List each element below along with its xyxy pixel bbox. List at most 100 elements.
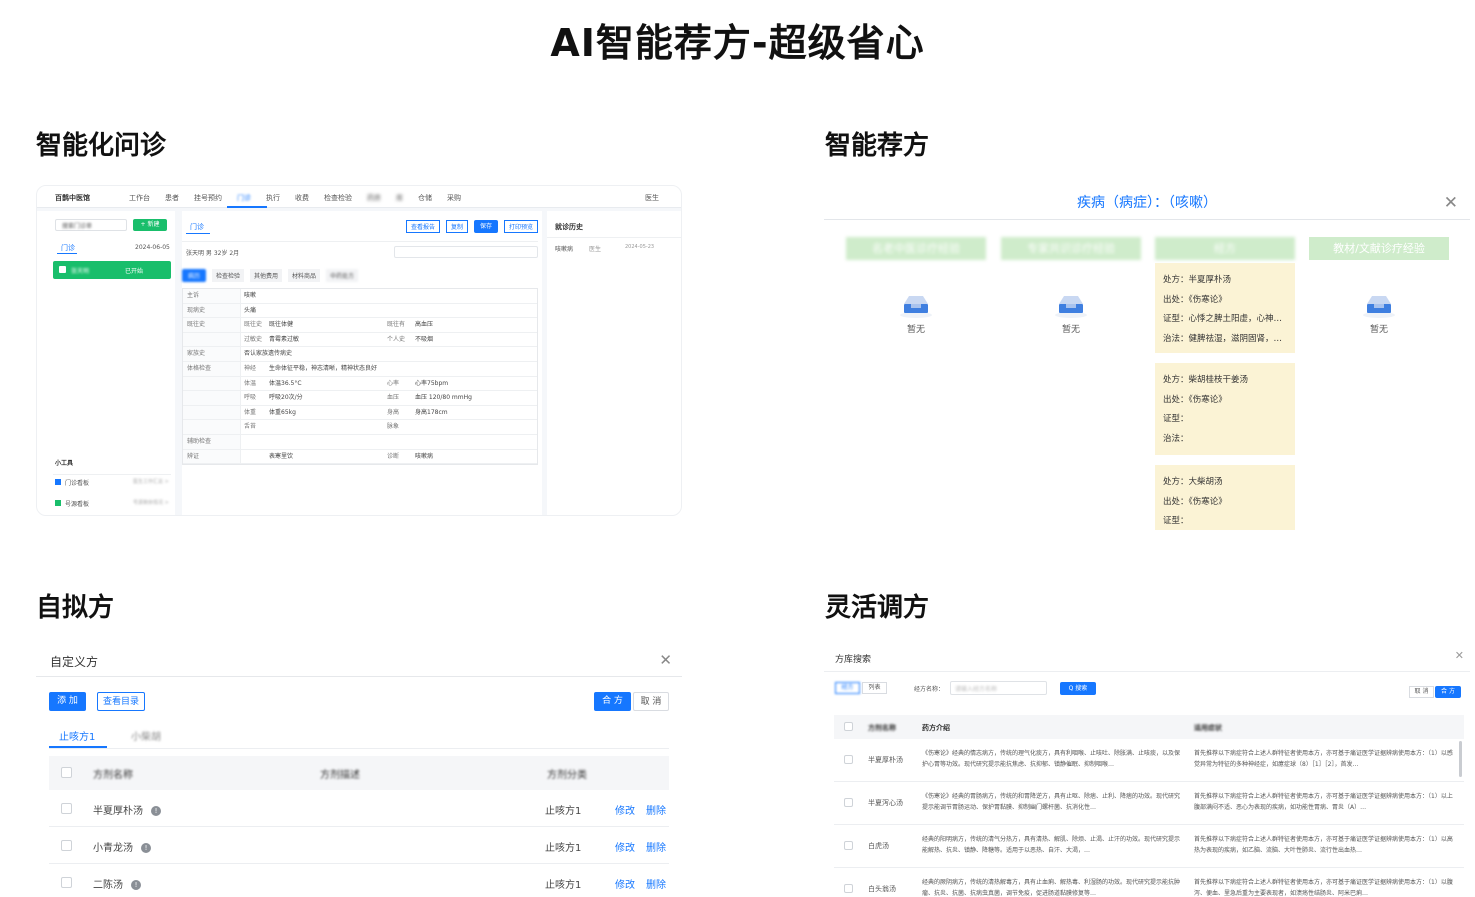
tool-source-board[interactable]: 号源看板 — [65, 499, 89, 508]
row-checkbox[interactable] — [844, 841, 853, 850]
tab-clinic[interactable]: 门诊 — [61, 243, 75, 253]
record-cell: 咳嗽 — [244, 292, 257, 299]
record-cell: 表寒里饮 — [269, 452, 294, 460]
sub-tab[interactable]: 材料商品 — [288, 269, 321, 282]
tool-clinic-board-sub[interactable]: 医生工作汇总 > — [133, 478, 169, 485]
nav-item[interactable]: 患者 — [165, 193, 179, 203]
select-all-checkbox[interactable] — [844, 722, 853, 731]
close-icon[interactable]: ✕ — [659, 651, 672, 669]
nav-item[interactable]: 采购 — [447, 193, 461, 203]
record-cell — [387, 362, 415, 376]
divider — [53, 474, 171, 475]
record-cell: 家族史 — [183, 347, 241, 361]
delete-link[interactable]: 删除 — [646, 876, 666, 891]
history-item[interactable]: 咳嗽病 — [555, 244, 573, 253]
edit-link[interactable]: 修改 — [615, 876, 635, 891]
nav-item[interactable]: 药房 — [367, 193, 381, 203]
tool-source-board-sub[interactable]: 号源剩余情况 > — [133, 499, 169, 506]
empty-label: 暂无 — [1369, 325, 1388, 335]
info-icon[interactable]: ! — [141, 843, 151, 853]
row-checkbox[interactable] — [61, 840, 72, 851]
tool-clinic-board[interactable]: 门诊看板 — [65, 478, 89, 487]
record-cell: 心率 — [387, 379, 400, 387]
sub-tab-active[interactable]: 病历 — [182, 269, 207, 282]
user-name[interactable]: 医生 — [645, 193, 659, 203]
close-icon[interactable]: ✕ — [1444, 193, 1458, 213]
patient-item-active[interactable]: 张天明 已开始 — [53, 261, 171, 279]
edit-link[interactable]: 修改 — [615, 802, 635, 817]
close-icon[interactable]: ✕ — [1455, 649, 1464, 662]
tab-cough-formula[interactable]: 止咳方1 — [59, 728, 95, 743]
formula-card[interactable]: 处方：半夏厚朴汤 出处：《伤寒论》 证型：心悸之脾土阳虚，心神… 治法：健脾祛湿… — [1155, 263, 1295, 353]
formula-name: 二陈汤 — [93, 880, 123, 891]
tab-xiaochaihu[interactable]: 小柴胡 — [131, 728, 161, 743]
formula-use: 首先推荐以下病症符合上述人群特征者使用本方，亦可基于痛证医学证据辨病使用本方：（… — [1194, 879, 1453, 897]
merge-button[interactable]: 合 方 — [1435, 686, 1461, 698]
info-icon[interactable]: ! — [151, 806, 161, 816]
table-row[interactable]: 白虎汤 经典的阳明病方，传统的清气分热方，具有清热、解肌、除烦、止渴、止汗的功效… — [834, 825, 1464, 868]
view-report-button[interactable]: 查看报告 — [405, 220, 440, 233]
nav-item[interactable]: 挂号预约 — [194, 193, 222, 203]
sub-tab[interactable]: 中药处方 — [326, 269, 359, 282]
table-row[interactable]: 小青龙汤! 止咳方1 修改 删除 — [49, 827, 669, 864]
nav-item[interactable]: 检查检验 — [324, 193, 352, 203]
column-famous-doctor: 名老中医诊疗经验 暂无 — [846, 237, 986, 335]
record-cell — [183, 420, 241, 434]
info-icon[interactable]: ! — [131, 880, 141, 890]
tab-classic[interactable]: 经方 — [835, 682, 860, 694]
nav-item[interactable]: 执行 — [266, 193, 280, 203]
record-cell: 既往体健 — [269, 321, 294, 329]
add-button[interactable]: 添 加 — [49, 692, 86, 711]
nav-item[interactable]: 收费 — [295, 193, 309, 203]
sub-tab[interactable]: 检查检验 — [212, 269, 245, 282]
row-checkbox[interactable] — [844, 798, 853, 807]
row-checkbox[interactable] — [844, 884, 853, 893]
scrollbar-thumb[interactable] — [1459, 741, 1462, 777]
print-preview-button[interactable]: 打印预览 — [503, 220, 538, 233]
record-cell: 主诉 — [183, 289, 241, 303]
view-catalog-button[interactable]: 查看目录 — [97, 692, 145, 711]
formula-card[interactable]: 处方：大柴胡汤 出处：《伤寒论》 证型： — [1155, 465, 1295, 530]
empty-inbox-icon — [1362, 294, 1396, 318]
tab-main[interactable]: 门诊 — [190, 222, 204, 232]
formula-card[interactable]: 处方：柴胡桂枝干姜汤 出处：《伤寒论》 证型： 治法： — [1155, 363, 1295, 455]
cancel-button[interactable]: 取 消 — [1409, 686, 1434, 698]
table-row[interactable]: 二陈汤! 止咳方1 修改 删除 — [49, 864, 669, 897]
delete-link[interactable]: 删除 — [646, 839, 666, 854]
row-checkbox[interactable] — [61, 877, 72, 888]
edit-link[interactable]: 修改 — [615, 839, 635, 854]
table-row[interactable]: 半夏厚朴汤! 止咳方1 修改 删除 — [49, 790, 669, 827]
record-cell: 辅助检查 — [183, 434, 241, 449]
formula-intro: 《伤寒论》经典的胃肠病方，传统的和胃降逆方，具有止呕、除痞、止利、降痞的功效。现… — [922, 793, 1181, 811]
divider — [49, 748, 669, 749]
record-cell: 呼吸 — [244, 394, 257, 402]
row-checkbox[interactable] — [61, 803, 72, 814]
row-checkbox[interactable] — [844, 755, 853, 764]
new-button[interactable]: + 新建 — [133, 219, 167, 231]
cancel-button[interactable]: 取 消 — [633, 692, 669, 711]
tab-list[interactable]: 列表 — [862, 682, 887, 694]
record-area: 门诊 查看报告 复制 保存 打印预览 张天明 男 32岁 2月 病历 检查检验 … — [182, 211, 542, 515]
search-input[interactable]: 搜索门诊单 — [55, 219, 127, 231]
record-row: 舌苔 脉象 — [183, 420, 537, 435]
history-date: 2024-05-23 — [625, 244, 655, 250]
nav-item[interactable]: 库 — [396, 193, 403, 203]
search-button[interactable]: Q 搜索 — [1060, 682, 1096, 695]
record-row: 体格检查 神经 生命体征平稳，神志清晰，精神状态良好 — [183, 361, 537, 377]
nav-active-indicator — [227, 206, 267, 208]
select-all-checkbox[interactable] — [61, 767, 72, 778]
formula-name-input[interactable]: 请输入经方名称 — [950, 681, 1047, 695]
filter-bar[interactable] — [394, 246, 538, 258]
save-button[interactable]: 保存 — [473, 220, 498, 233]
nav-item[interactable]: 工作台 — [129, 193, 150, 203]
sub-tab[interactable]: 其他费用 — [250, 269, 283, 282]
table-row[interactable]: 白头翁汤 经典的厥阴病方，传统的清热解毒方，具有止血痢、解热毒、利湿肠的功效。现… — [834, 868, 1464, 897]
nav-item[interactable]: 仓储 — [418, 193, 432, 203]
copy-button[interactable]: 复制 — [445, 220, 468, 233]
table-row[interactable]: 半夏泻心汤 《伤寒论》经典的胃肠病方，传统的和胃降逆方，具有止呕、除痞、止利、降… — [834, 782, 1464, 825]
delete-link[interactable]: 删除 — [646, 802, 666, 817]
nav-item-active[interactable]: 门诊 — [237, 193, 251, 203]
date-picker[interactable]: 2024-06-05 — [135, 244, 170, 251]
table-row[interactable]: 半夏厚朴汤 《伤寒论》经典的情志病方，传统的理气化痰方，具有利咽喉、止咳吐、除胀… — [834, 739, 1464, 782]
merge-button[interactable]: 合 方 — [594, 692, 631, 711]
